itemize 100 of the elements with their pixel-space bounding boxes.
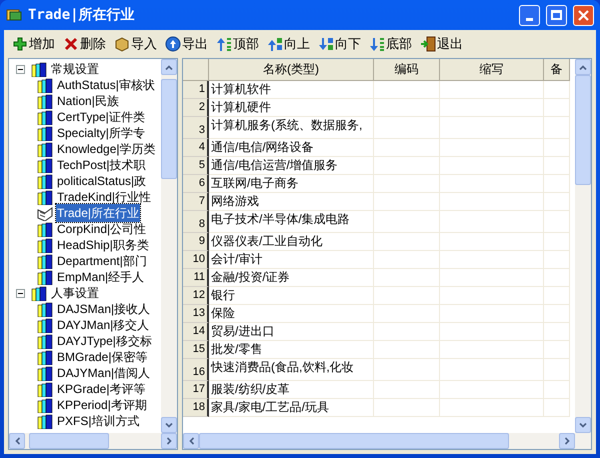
books-icon [37, 350, 53, 364]
tree-item[interactable]: 人事设置 [50, 284, 100, 302]
books-icon [37, 190, 53, 204]
row-number: 16 [183, 359, 209, 381]
collapse-toggle[interactable] [16, 288, 25, 298]
toolbar-button[interactable]: 导入 [112, 33, 159, 55]
tree-item[interactable]: Knowledge|学历类 [56, 140, 156, 158]
books-icon [37, 94, 53, 108]
scroll-up-button[interactable] [575, 59, 591, 75]
vertical-scrollbar[interactable] [575, 59, 591, 433]
tree-item[interactable]: DAJYMan|借阅人 [56, 364, 152, 382]
box-icon [114, 36, 130, 52]
toolbar-button[interactable]: 顶部 [214, 33, 261, 55]
minimize-icon [526, 18, 533, 20]
empty-cell [374, 399, 440, 417]
tree-item[interactable]: CertType|证件类 [56, 108, 146, 126]
tree-item[interactable]: TradeKind|行业性 [56, 188, 152, 206]
books-icon [37, 174, 53, 188]
scrollbar-thumb[interactable] [199, 433, 509, 449]
maximize-button[interactable] [546, 4, 567, 26]
scroll-up-button[interactable] [161, 59, 177, 75]
empty-cell [374, 251, 440, 269]
table-cell: 家具/家电/工艺品/玩具 [209, 399, 374, 417]
empty-cell [374, 269, 440, 287]
chevron-up-icon [579, 64, 587, 70]
scroll-right-button[interactable] [161, 433, 177, 449]
tree-item[interactable]: HeadShip|职务类 [56, 236, 150, 254]
toolbar-button[interactable]: 删除 [61, 33, 108, 55]
toolbar-button[interactable]: 向下 [316, 33, 363, 55]
row-number: 7 [183, 193, 209, 211]
scroll-down-button[interactable] [161, 417, 177, 433]
door-icon [420, 36, 436, 52]
tree-item[interactable]: politicalStatus|政 [56, 172, 148, 190]
chevron-right-icon [564, 437, 570, 445]
toolbar-button[interactable]: 导出 [163, 33, 210, 55]
empty-cell [544, 251, 570, 269]
tree-item[interactable]: DAYJType|移交标 [56, 332, 153, 350]
table-cell: 保险 [209, 305, 374, 323]
scroll-left-button[interactable] [183, 433, 199, 449]
column-header[interactable]: 名称(类型) [209, 59, 374, 81]
tree-item[interactable]: Specialty|所学专 [56, 124, 146, 142]
tree-item[interactable]: PXFS|培训方式 [56, 412, 140, 430]
tree-item[interactable]: DAYJMan|移交人 [56, 316, 150, 334]
row-number: 3 [183, 117, 209, 139]
empty-cell [374, 139, 440, 157]
table-cell: 银行 [209, 287, 374, 305]
tree-item[interactable]: DAJSMan|接收人 [56, 300, 152, 318]
table-cell: 通信/电信运营/增值服务 [209, 157, 374, 175]
empty-cell [544, 157, 570, 175]
chevron-left-icon [14, 437, 20, 445]
empty-cell [374, 381, 440, 399]
scroll-right-button[interactable] [559, 433, 575, 449]
books-icon [37, 126, 53, 140]
empty-cell [374, 117, 440, 139]
scroll-down-button[interactable] [575, 417, 591, 433]
scrollbar-thumb[interactable] [161, 79, 177, 179]
tree-item[interactable]: CorpKind|公司性 [56, 220, 148, 238]
toolbar-button[interactable]: 增加 [10, 33, 57, 55]
tree-item[interactable]: EmpMan|经手人 [56, 268, 146, 286]
tree-item[interactable]: Trade|所在行业 [56, 204, 140, 222]
empty-cell [544, 99, 570, 117]
row-number: 8 [183, 211, 209, 233]
tree-item[interactable]: KPGrade|考评等 [56, 380, 146, 398]
empty-cell [374, 323, 440, 341]
scroll-left-button[interactable] [9, 433, 25, 449]
plus-icon [12, 36, 28, 52]
empty-cell [544, 175, 570, 193]
minimize-button[interactable] [519, 4, 540, 26]
table-cell: 贸易/进出口 [209, 323, 374, 341]
row-number: 1 [183, 81, 209, 99]
tree-item[interactable]: Nation|民族 [56, 92, 120, 110]
empty-cell [544, 81, 570, 99]
column-header[interactable]: 缩写 [440, 59, 544, 81]
books-icon [37, 366, 53, 380]
toolbar-button[interactable]: 底部 [367, 33, 414, 55]
tree-item[interactable]: KPPeriod|考评期 [56, 396, 148, 414]
scrollbar-thumb[interactable] [29, 433, 109, 449]
empty-cell [374, 305, 440, 323]
collapse-toggle[interactable] [16, 64, 25, 74]
chevron-left-icon [188, 437, 194, 445]
horizontal-scrollbar[interactable] [183, 433, 591, 449]
vertical-scrollbar[interactable] [161, 59, 177, 433]
toolbar-button[interactable]: 退出 [418, 33, 465, 55]
tree-item[interactable]: BMGrade|保密等 [56, 348, 148, 366]
row-number: 2 [183, 99, 209, 117]
toolbar-button[interactable]: 向上 [265, 33, 312, 55]
tree-item[interactable]: TechPost|技术职 [56, 156, 146, 174]
empty-cell [374, 341, 440, 359]
table-cell: 计算机服务(系统、数据服务, [209, 117, 374, 139]
maximize-icon [551, 10, 562, 20]
close-button[interactable] [573, 4, 594, 26]
column-header[interactable]: 编码 [374, 59, 440, 81]
scrollbar-thumb[interactable] [575, 75, 591, 185]
tree-item[interactable]: AuthStatus|审核状 [56, 76, 156, 94]
row-number: 4 [183, 139, 209, 157]
books-icon [37, 414, 53, 428]
tree-item[interactable]: 常规设置 [50, 60, 100, 78]
tree-item[interactable]: Department|部门 [56, 252, 148, 270]
horizontal-scrollbar[interactable] [9, 433, 177, 449]
column-header[interactable]: 备 [544, 59, 570, 81]
